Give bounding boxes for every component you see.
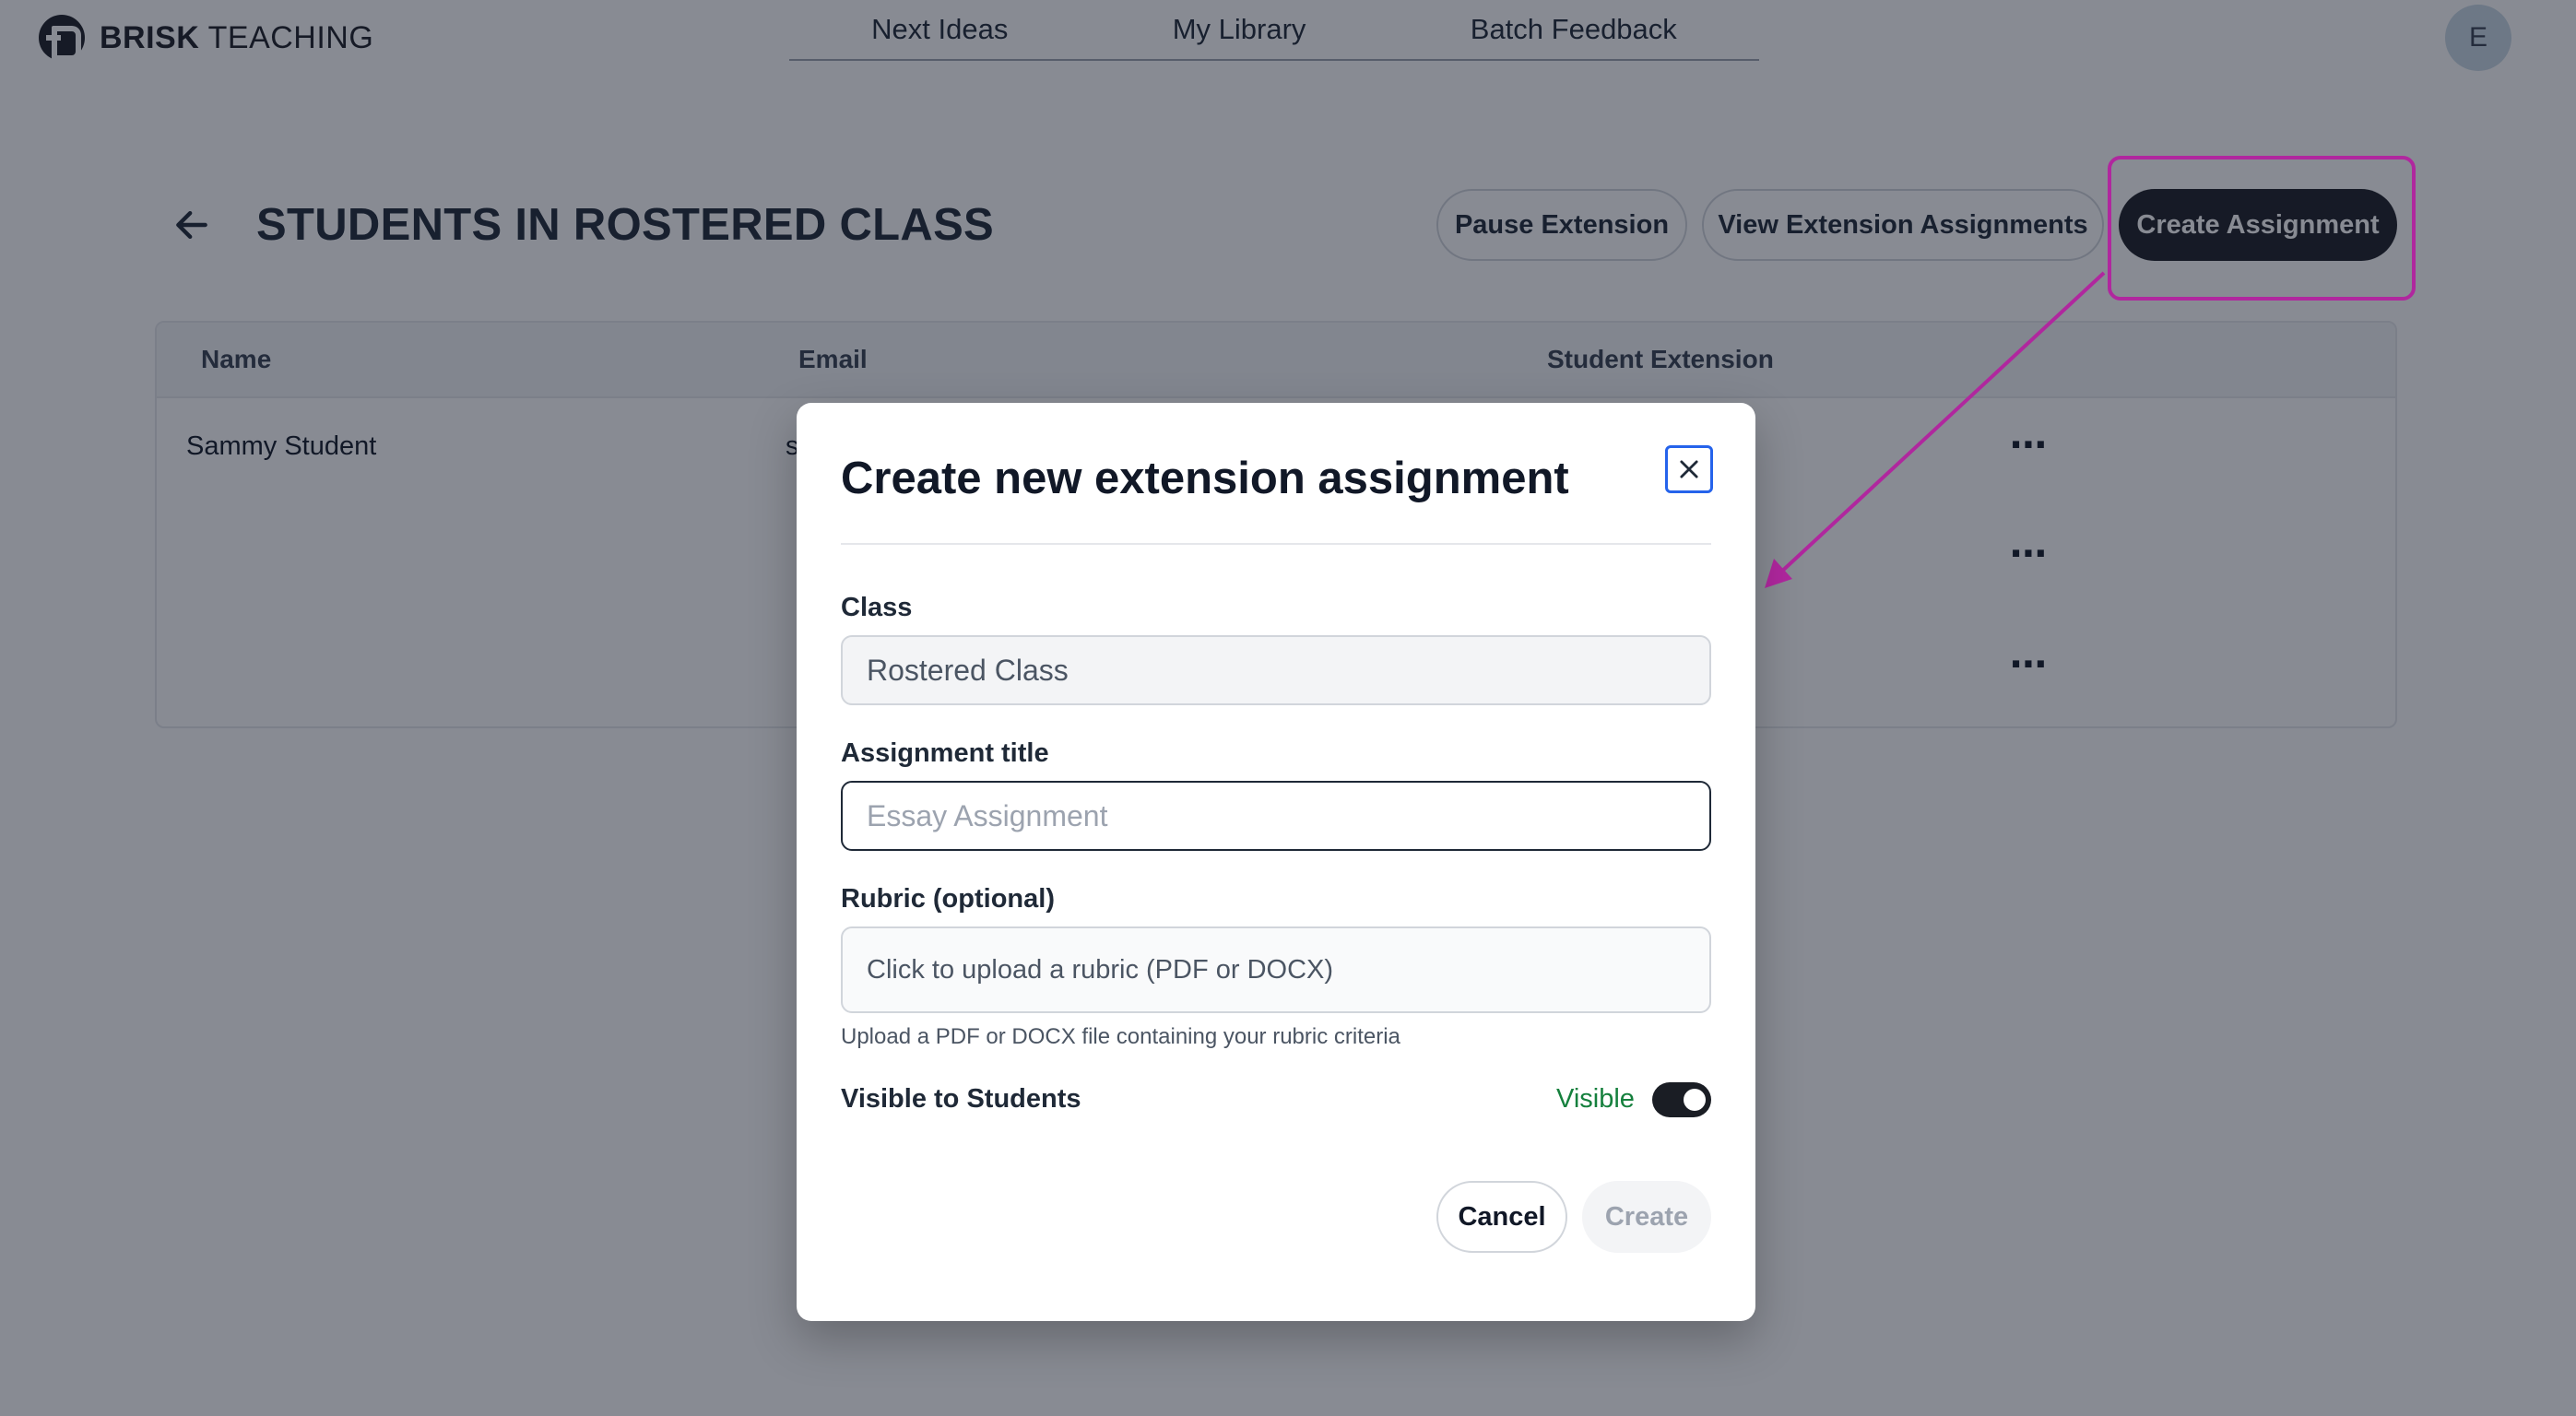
visible-toggle[interactable]: [1652, 1082, 1711, 1117]
visible-to-students-label: Visible to Students: [841, 1084, 1081, 1114]
modal-divider: [841, 543, 1711, 545]
page: BRISK TEACHING Next Ideas My Library Bat…: [0, 0, 2576, 1416]
assignment-title-label: Assignment title: [841, 738, 1049, 768]
rubric-help-text: Upload a PDF or DOCX file containing you…: [841, 1024, 1400, 1049]
modal-title: Create new extension assignment: [841, 454, 1569, 503]
visible-state-text: Visible: [1556, 1084, 1635, 1114]
class-label: Class: [841, 593, 913, 622]
cancel-button[interactable]: Cancel: [1436, 1181, 1567, 1253]
create-extension-assignment-modal: Create new extension assignment Class Ro…: [797, 403, 1755, 1321]
rubric-upload-area[interactable]: Click to upload a rubric (PDF or DOCX): [841, 926, 1711, 1013]
class-field: Rostered Class: [841, 635, 1711, 705]
rubric-label: Rubric (optional): [841, 884, 1055, 914]
close-icon: [1680, 460, 1698, 478]
close-button[interactable]: [1665, 445, 1713, 493]
assignment-title-input[interactable]: [841, 781, 1711, 851]
create-button[interactable]: Create: [1582, 1181, 1711, 1253]
